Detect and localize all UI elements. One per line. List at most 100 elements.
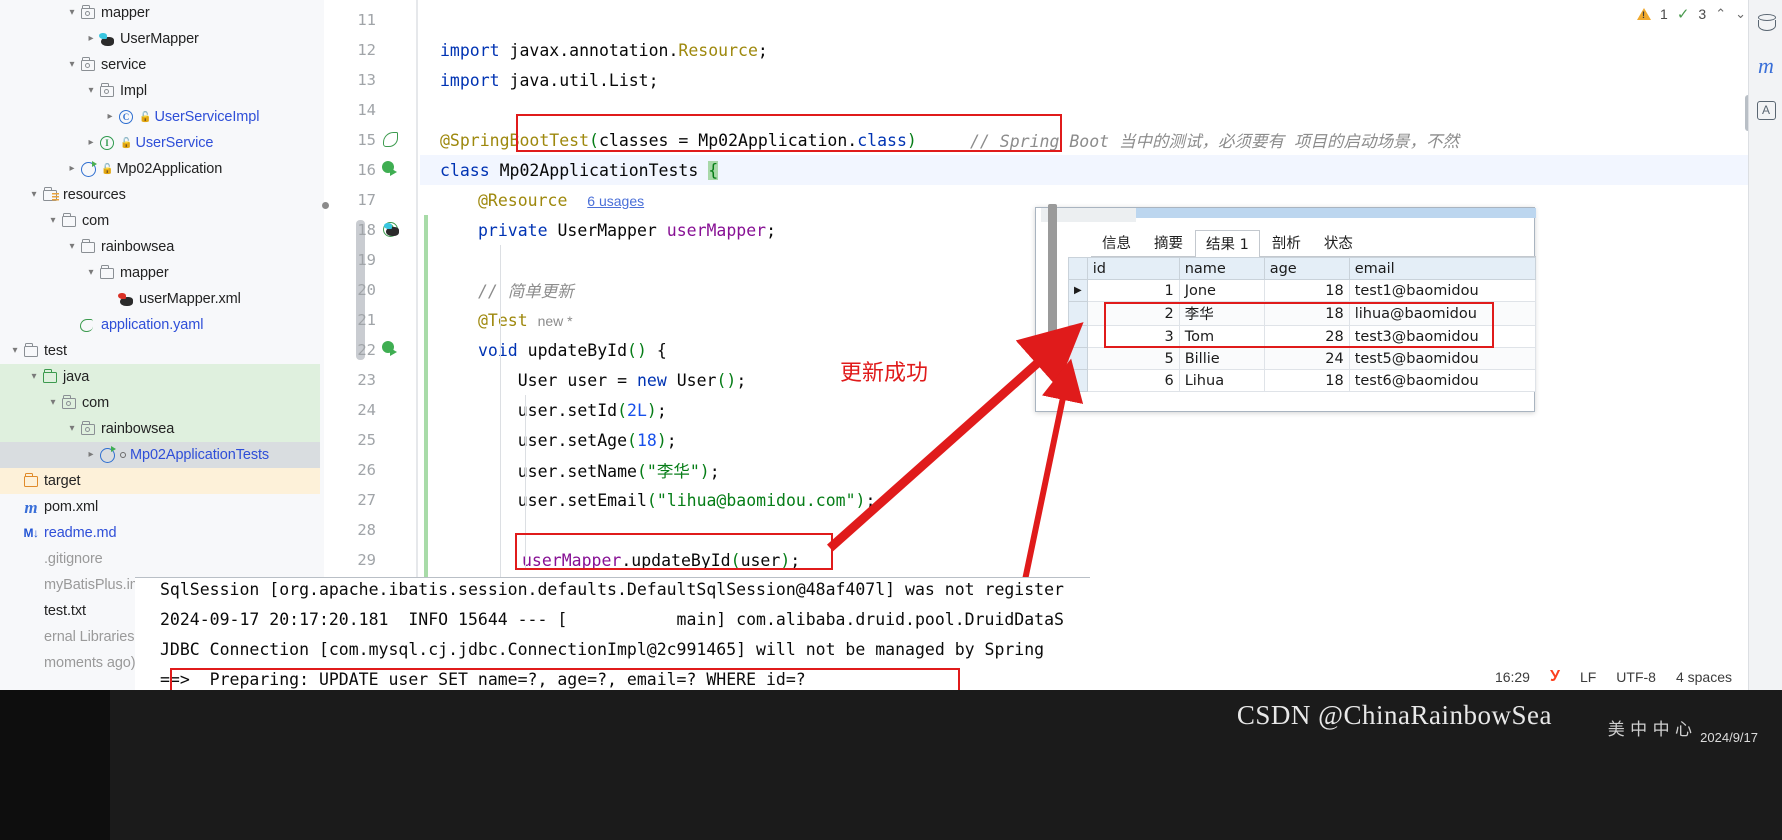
tree-item-readme-md[interactable]: M↓ readme.md	[0, 520, 320, 546]
tree-item-mp02application[interactable]: ▸ 🔓 Mp02Application	[0, 156, 320, 182]
cell-name[interactable]: Jone	[1178, 279, 1265, 302]
cell-id[interactable]: 1	[1086, 279, 1180, 302]
tree-item-usermapper[interactable]: ▸ UserMapper	[0, 26, 320, 52]
chevron-right-icon[interactable]: ▸	[84, 450, 98, 460]
chevron-down-icon[interactable]: ▾	[65, 424, 79, 434]
tree-item-rainbowsea[interactable]: ▾ rainbowsea	[0, 234, 320, 260]
code-line-28[interactable]: 28	[320, 515, 1782, 545]
cell-name[interactable]: 李华	[1178, 301, 1265, 326]
tree-item-com[interactable]: ▾ com	[0, 390, 320, 416]
column-header-id[interactable]: id	[1086, 257, 1180, 280]
cell-age[interactable]: 28	[1263, 325, 1350, 348]
chevron-down-icon[interactable]: ▾	[84, 268, 98, 278]
query-result-panel[interactable]: 信息 摘要 结果 1 剖析 状态 id name age email ▶ 1 Jone 18 t…	[1035, 204, 1537, 412]
code-line-11[interactable]: 11	[320, 5, 1782, 35]
chevron-down-icon[interactable]: ▾	[8, 346, 22, 356]
result-tabs[interactable]: 信息 摘要 结果 1 剖析 状态	[1091, 229, 1536, 257]
tree-item-gitignore[interactable]: .gitignore	[0, 546, 320, 572]
cell-id[interactable]: 3	[1086, 325, 1180, 348]
cell-email[interactable]: test5@baomidou	[1348, 347, 1537, 370]
code-line-26[interactable]: 26 user.setName("李华");	[320, 455, 1782, 485]
result-tab-3[interactable]: 剖析	[1261, 229, 1312, 256]
chevron-down-icon[interactable]: ▾	[46, 398, 60, 408]
code-line-15[interactable]: 15 @SpringBootTest(classes = Mp02Applicat…	[320, 125, 1782, 155]
result-table[interactable]: id name age email ▶ 1 Jone 18 test1@baomidou…	[1068, 257, 1537, 392]
structure-icon[interactable]: A	[1749, 88, 1782, 132]
code-line-29[interactable]: 29 userMapper.updateById(user);	[320, 545, 1782, 575]
cell-name[interactable]: Billie	[1178, 347, 1265, 370]
status-bar[interactable]: 16:29 У LF UTF-8 4 spaces	[1180, 662, 1748, 692]
tree-item-rainbowsea[interactable]: ▾ rainbowsea	[0, 416, 320, 442]
tree-item-service[interactable]: ▾ service	[0, 52, 320, 78]
status-indent[interactable]: 4 spaces	[1676, 669, 1732, 685]
result-row[interactable]: 5 Billie 24 test5@baomidou	[1068, 347, 1537, 370]
column-header-email[interactable]: email	[1348, 257, 1537, 280]
code-line-13[interactable]: 13 import java.util.List;	[320, 65, 1782, 95]
column-header-name[interactable]: name	[1178, 257, 1265, 280]
tree-item-userservice[interactable]: ▸ I 🔓 UserService	[0, 130, 320, 156]
cell-id[interactable]: 6	[1086, 369, 1180, 392]
maven-icon[interactable]: m	[1749, 44, 1782, 88]
chevron-down-icon[interactable]: ▾	[65, 8, 79, 18]
result-tab-0[interactable]: 信息	[1091, 229, 1142, 256]
chevron-right-icon[interactable]: ▸	[65, 164, 79, 174]
chevron-down-icon[interactable]: ▾	[27, 372, 41, 382]
status-encoding[interactable]: UTF-8	[1616, 669, 1656, 685]
chevron-down-icon[interactable]: ▾	[65, 242, 79, 252]
cell-name[interactable]: Lihua	[1178, 369, 1265, 392]
tree-item-pom-xml[interactable]: m pom.xml	[0, 494, 320, 520]
tree-item-impl[interactable]: ▾ Impl	[0, 78, 320, 104]
result-row[interactable]: 2 李华 18 lihua@baomidou	[1068, 301, 1537, 326]
cell-name[interactable]: Tom	[1178, 325, 1265, 348]
cell-age[interactable]: 18	[1263, 369, 1350, 392]
project-tree[interactable]: ▾ mapper ▸ UserMapper ▾ service ▾ Impl ▸ C 🔓 UserSe…	[0, 0, 320, 676]
cell-age[interactable]: 24	[1263, 347, 1350, 370]
result-row[interactable]: ▶ 1 Jone 18 test1@baomidou	[1068, 279, 1537, 302]
chevron-down-icon[interactable]: ▾	[84, 86, 98, 96]
chevron-right-icon[interactable]: ▸	[84, 34, 98, 44]
status-line-separator[interactable]: LF	[1580, 669, 1596, 685]
result-row[interactable]: 6 Lihua 18 test6@baomidou	[1068, 369, 1537, 392]
tree-item-usermapper-xml[interactable]: userMapper.xml	[0, 286, 320, 312]
cell-email[interactable]: test1@baomidou	[1348, 279, 1537, 302]
tree-item-test[interactable]: ▾ test	[0, 338, 320, 364]
result-panel-scrollbar[interactable]	[1048, 204, 1057, 342]
tree-item-mp02applicationtests[interactable]: ▸ Mp02ApplicationTests	[0, 442, 320, 468]
cell-email[interactable]: test3@baomidou	[1348, 325, 1537, 348]
chevron-down-icon[interactable]: ▾	[65, 60, 79, 70]
chevron-right-icon[interactable]: ▸	[84, 138, 98, 148]
line-number: 28	[357, 521, 376, 539]
mybatis-icon[interactable]	[384, 223, 400, 236]
code-line-25[interactable]: 25 user.setAge(18);	[320, 425, 1782, 455]
tree-item-application-yaml[interactable]: application.yaml	[0, 312, 320, 338]
cell-age[interactable]: 18	[1263, 279, 1350, 302]
result-tab-1[interactable]: 摘要	[1143, 229, 1194, 256]
result-tab-2[interactable]: 结果 1	[1195, 230, 1260, 257]
column-header-age[interactable]: age	[1263, 257, 1350, 280]
cell-age[interactable]: 18	[1263, 301, 1350, 326]
cell-email[interactable]: lihua@baomidou	[1348, 301, 1537, 326]
tree-item-mapper[interactable]: ▾ mapper	[0, 260, 320, 286]
tree-item-userserviceimpl[interactable]: ▸ C 🔓 UserServiceImpl	[0, 104, 320, 130]
cell-id[interactable]: 5	[1086, 347, 1180, 370]
tree-item-java[interactable]: ▾ java	[0, 364, 320, 390]
result-tab-4[interactable]: 状态	[1313, 229, 1364, 256]
database-icon[interactable]	[1749, 0, 1782, 44]
yandex-icon[interactable]: У	[1550, 668, 1560, 686]
chevron-down-icon[interactable]: ▾	[27, 190, 41, 200]
tree-item-mapper[interactable]: ▾ mapper	[0, 0, 320, 26]
code-line-27[interactable]: 27 user.setEmail("lihua@baomidou.com");	[320, 485, 1782, 515]
code-line-12[interactable]: 12 import javax.annotation.Resource;	[320, 35, 1782, 65]
cell-email[interactable]: test6@baomidou	[1348, 369, 1537, 392]
package-folder-icon	[79, 5, 97, 19]
code-line-14[interactable]: 14	[320, 95, 1782, 125]
result-row[interactable]: 3 Tom 28 test3@baomidou	[1068, 325, 1537, 348]
tree-item-resources[interactable]: ▾ resources	[0, 182, 320, 208]
tree-item-target[interactable]: target	[0, 468, 320, 494]
chevron-down-icon[interactable]: ▾	[46, 216, 60, 226]
chevron-right-icon[interactable]: ▸	[103, 112, 117, 122]
breakpoint-dot[interactable]	[322, 202, 329, 209]
cell-id[interactable]: 2	[1086, 301, 1180, 326]
code-line-16[interactable]: 16 class Mp02ApplicationTests {	[320, 155, 1782, 185]
tree-item-com[interactable]: ▾ com	[0, 208, 320, 234]
